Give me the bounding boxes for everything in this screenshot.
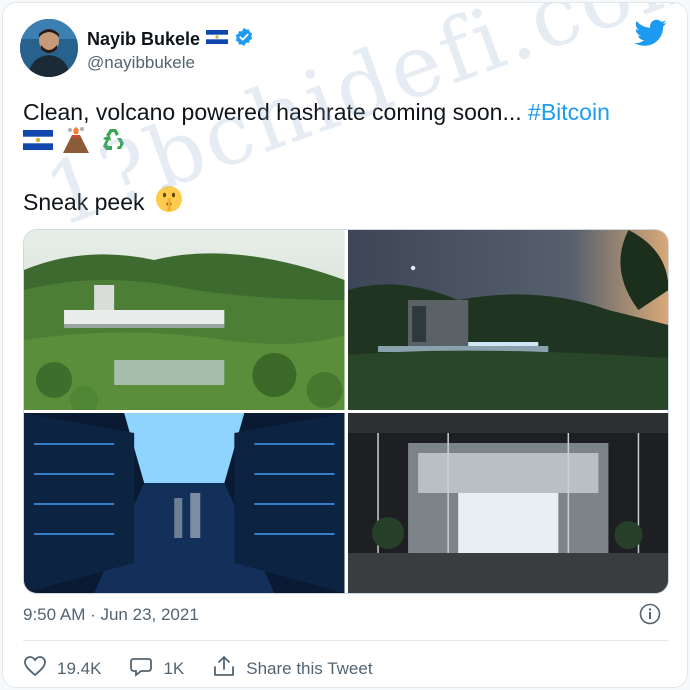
emoji-row: [23, 126, 127, 159]
hashtag-link[interactable]: #Bitcoin: [528, 99, 610, 125]
tweet-timestamp[interactable]: 9:50 AM · Jun 23, 2021: [23, 605, 199, 625]
tweet-body: Clean, volcano powered hashrate coming s…: [23, 99, 529, 125]
sneak-peek-line: Sneak peek: [23, 184, 184, 220]
media-image-day-plant[interactable]: [24, 230, 345, 410]
action-bar: 19.4K 1K Share this Tweet: [23, 655, 401, 682]
tweet-text: Clean, volcano powered hashrate coming s…: [23, 97, 673, 127]
reply-count: 1K: [163, 658, 185, 678]
sneak-peek-text: Sneak peek: [23, 188, 145, 215]
info-icon[interactable]: [639, 603, 661, 625]
el-salvador-flag-icon: [23, 130, 53, 155]
share-icon: [212, 655, 236, 682]
el-salvador-flag-icon: [206, 30, 229, 49]
share-button[interactable]: Share this Tweet: [212, 655, 373, 682]
media-image-glass-lobby[interactable]: [347, 413, 668, 593]
like-count: 19.4K: [57, 658, 102, 678]
heart-icon: [23, 655, 47, 682]
verified-badge-icon: [234, 27, 254, 52]
shushing-face-icon: [154, 184, 184, 220]
twitter-bird-icon[interactable]: [634, 19, 667, 47]
media-image-night-plant[interactable]: [347, 230, 668, 410]
tweet-card: Nayib Bukele @nayibbukele Clean, volcano…: [2, 2, 688, 688]
volcano-icon: [61, 126, 91, 159]
like-button[interactable]: 19.4K: [23, 655, 101, 682]
divider: [23, 640, 668, 641]
recycle-icon: [99, 126, 127, 159]
author-name[interactable]: Nayib Bukele: [87, 29, 200, 50]
media-image-server-room[interactable]: [24, 413, 345, 593]
avatar[interactable]: [20, 19, 78, 77]
reply-icon: [129, 655, 153, 682]
author-handle[interactable]: @nayibbukele: [87, 53, 195, 73]
reply-button[interactable]: 1K: [129, 655, 184, 682]
media-grid: [23, 229, 669, 594]
share-label: Share this Tweet: [246, 658, 373, 678]
